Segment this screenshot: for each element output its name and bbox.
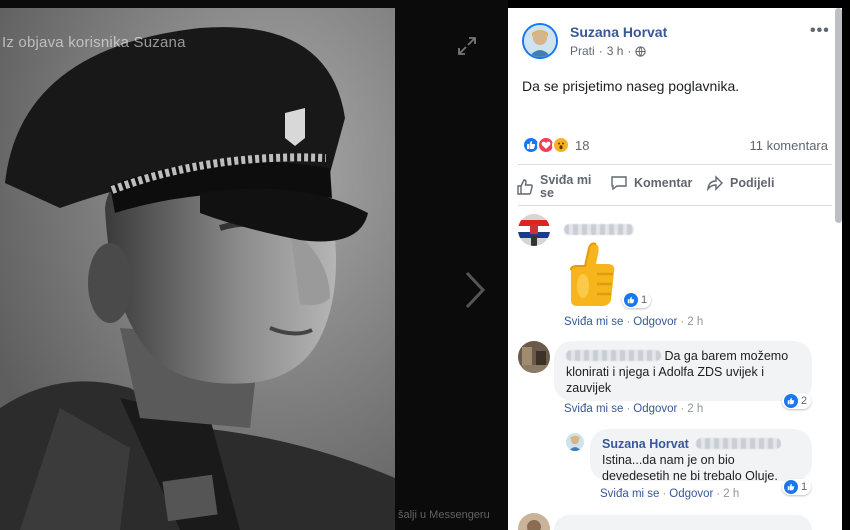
comment-like-link[interactable]: Sviđa mi se — [564, 403, 623, 415]
comment-reply-link[interactable]: Odgovor — [633, 403, 677, 415]
reaction-summary[interactable]: 18 — [522, 136, 589, 154]
more-options-button[interactable]: ••• — [810, 22, 830, 40]
like-label: Sviđa mi se — [540, 173, 592, 200]
post-text: Da se prisjetimo naseg poglavnika. — [522, 78, 740, 94]
reply-text: Istina...da nam je on bio devedesetih ne… — [602, 453, 778, 483]
photo-viewer: Iz objava korisnika Suzana šalji u Messe… — [0, 0, 508, 530]
wow-icon — [552, 136, 570, 154]
comment-like-badge[interactable]: 2 — [782, 393, 812, 409]
globe-icon — [635, 45, 647, 57]
share-label: Podijeli — [730, 176, 775, 190]
comment-actions: Sviđa mi se · Odgovor · 2 h — [564, 403, 704, 415]
comment-actions: Sviđa mi se · Odgovor · 2 h — [564, 316, 704, 328]
avatar[interactable] — [518, 214, 550, 246]
comment-actions: Sviđa mi se · Odgovor · 2 h — [600, 488, 740, 500]
comment-icon — [611, 176, 627, 191]
messenger-hint[interactable]: šalji u Messengeru — [398, 509, 490, 521]
comment-button[interactable]: Komentar — [610, 174, 692, 192]
share-icon — [706, 175, 723, 192]
reply-bubble: Suzana Horvat Istina...da nam je on bio … — [590, 429, 812, 483]
comment-reply-link[interactable]: Odgovor — [669, 488, 713, 500]
divider — [518, 205, 832, 206]
avatar[interactable] — [566, 433, 584, 451]
post-panel: Suzana Horvat Prati · 3 h · ••• Da se pr… — [508, 8, 842, 530]
divider — [518, 164, 832, 165]
like-icon — [784, 394, 798, 408]
post-photo[interactable] — [0, 8, 395, 530]
avatar[interactable] — [518, 341, 550, 373]
tagged-name[interactable] — [696, 438, 782, 449]
commenter-name[interactable] — [564, 224, 634, 235]
follow-link[interactable]: Prati — [570, 44, 595, 58]
expand-icon[interactable] — [457, 36, 477, 56]
comment-time[interactable]: 2 h — [687, 403, 703, 415]
album-title: Iz objava korisnika Suzana — [2, 34, 186, 51]
avatar[interactable] — [518, 513, 550, 530]
post-meta: Prati · 3 h · — [570, 44, 647, 58]
like-icon — [784, 480, 798, 494]
comment-reply-link[interactable]: Odgovor — [633, 316, 677, 328]
comment-like-link[interactable]: Sviđa mi se — [600, 488, 659, 500]
avatar[interactable] — [522, 23, 558, 59]
comment-label: Komentar — [634, 176, 693, 190]
reaction-count: 18 — [575, 137, 590, 153]
like-icon — [624, 293, 638, 307]
scroll-track — [842, 0, 850, 530]
comment-like-badge[interactable]: 1 — [622, 292, 652, 308]
scrollbar[interactable] — [835, 8, 842, 223]
like-button[interactable]: Sviđa mi se — [516, 174, 594, 200]
reply-author[interactable]: Suzana Horvat — [602, 437, 689, 451]
commenter-name[interactable] — [566, 350, 661, 361]
comment-time[interactable]: 2 h — [723, 488, 739, 500]
comment-time[interactable]: 2 h — [687, 316, 703, 328]
comment-count[interactable]: 11 komentara — [749, 138, 828, 153]
author-name[interactable]: Suzana Horvat — [570, 24, 667, 40]
comment-bubble: Da ga barem možemo klonirati i njega i A… — [554, 341, 812, 401]
comment-bubble — [554, 515, 812, 530]
post-time[interactable]: 3 h — [607, 44, 624, 58]
chevron-right-icon[interactable] — [462, 270, 488, 310]
comment-like-link[interactable]: Sviđa mi se — [564, 316, 623, 328]
share-button[interactable]: Podijeli — [706, 174, 774, 192]
comment-like-badge[interactable]: 1 — [782, 479, 812, 495]
thumbs-up-sticker — [563, 240, 619, 315]
thumbs-up-icon — [517, 179, 533, 195]
